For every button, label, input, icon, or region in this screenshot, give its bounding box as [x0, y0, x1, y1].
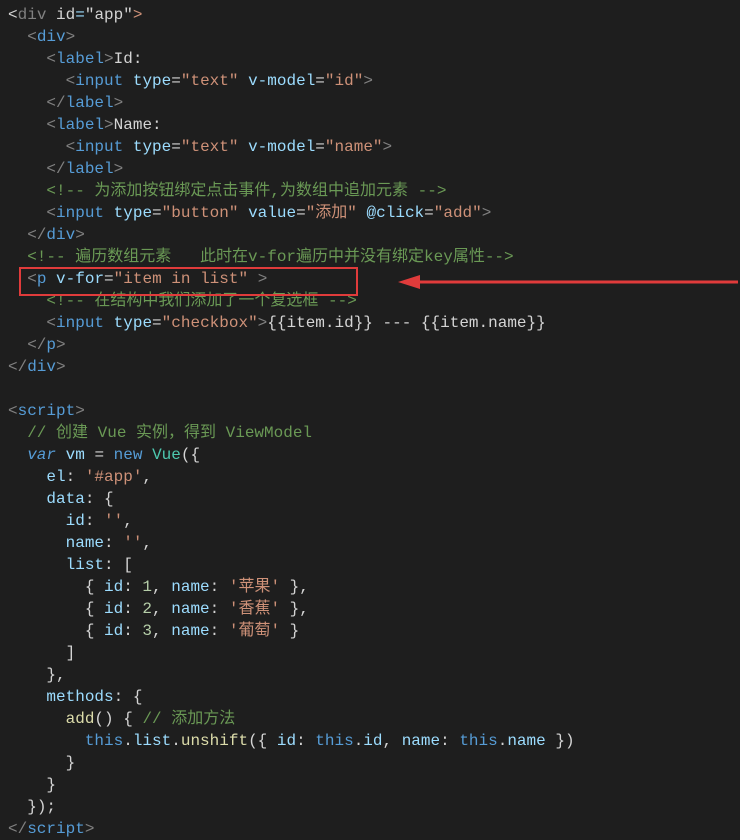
code-line: </script>: [8, 818, 740, 840]
code-line: name: '',: [8, 532, 740, 554]
code-line: this.list.unshift({ id: this.id, name: t…: [8, 730, 740, 752]
code-line: <input type="checkbox">{{item.id}} --- {…: [8, 312, 740, 334]
code-line: { id: 2, name: '香蕉' },: [8, 598, 740, 620]
code-line: [8, 378, 740, 400]
code-line: }: [8, 774, 740, 796]
code-line: id: '',: [8, 510, 740, 532]
code-line: </label>: [8, 158, 740, 180]
code-line: { id: 1, name: '苹果' },: [8, 576, 740, 598]
code-line: </div>: [8, 356, 740, 378]
code-line: <p v-for="item in list" >: [8, 268, 740, 290]
code-line: <div>: [8, 26, 740, 48]
code-line: var vm = new Vue({: [8, 444, 740, 466]
code-line: data: {: [8, 488, 740, 510]
code-line: <!-- 遍历数组元素 此时在v-for遍历中并没有绑定key属性-->: [8, 246, 740, 268]
code-line: { id: 3, name: '葡萄' }: [8, 620, 740, 642]
code-line: </p>: [8, 334, 740, 356]
code-line: methods: {: [8, 686, 740, 708]
code-line: <input type="text" v-model="id">: [8, 70, 740, 92]
code-line: // 创建 Vue 实例，得到 ViewModel: [8, 422, 740, 444]
code-line: add() { // 添加方法: [8, 708, 740, 730]
code-line: list: [: [8, 554, 740, 576]
code-line: <!-- 为添加按钮绑定点击事件,为数组中追加元素 -->: [8, 180, 740, 202]
code-line: },: [8, 664, 740, 686]
code-line: <input type="text" v-model="name">: [8, 136, 740, 158]
code-line: </label>: [8, 92, 740, 114]
code-line: el: '#app',: [8, 466, 740, 488]
code-line: <label>Id:: [8, 48, 740, 70]
code-block: <div id="app"> <div> <label>Id: <input t…: [8, 4, 740, 840]
code-line: ]: [8, 642, 740, 664]
code-line: <script>: [8, 400, 740, 422]
code-line: </div>: [8, 224, 740, 246]
code-line: <!-- 在结构中我们添加了一个复选框 -->: [8, 290, 740, 312]
code-line: }: [8, 752, 740, 774]
code-line: <div id="app">: [8, 4, 740, 26]
code-line: <input type="button" value="添加" @click="…: [8, 202, 740, 224]
code-line: });: [8, 796, 740, 818]
code-line: <label>Name:: [8, 114, 740, 136]
